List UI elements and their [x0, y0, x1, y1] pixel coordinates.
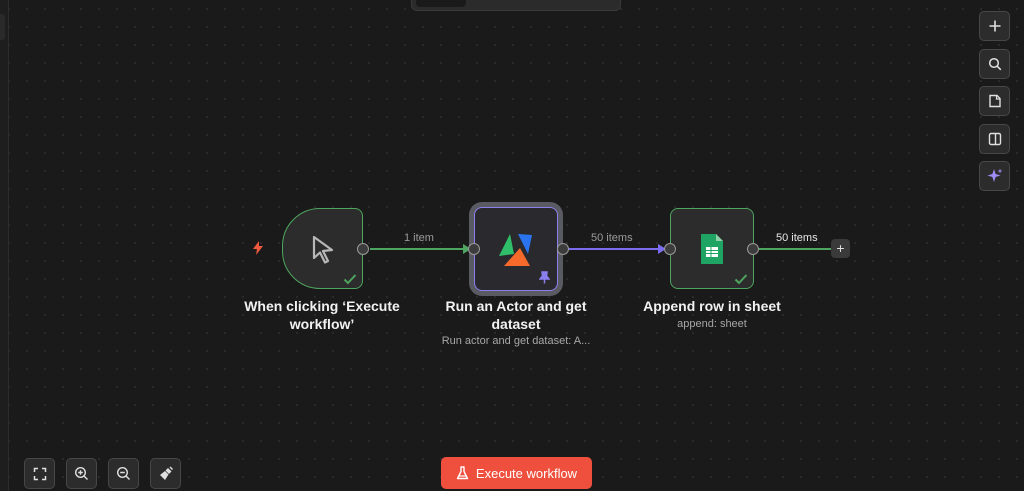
flask-icon — [456, 466, 469, 480]
success-check-icon — [734, 274, 748, 285]
pin-icon — [539, 271, 550, 284]
panel-icon — [988, 132, 1001, 145]
sheets-output-handle[interactable] — [747, 243, 759, 255]
search-button[interactable] — [979, 48, 1010, 79]
tidy-up-button[interactable] — [150, 458, 181, 489]
plus-icon — [989, 20, 1000, 32]
trigger-bolt-icon — [253, 241, 263, 255]
actor-output-handle[interactable] — [557, 243, 569, 255]
apify-logo — [499, 234, 532, 266]
fit-view-icon — [33, 467, 46, 480]
cursor-icon — [312, 235, 333, 264]
node-title: When clicking ‘Execute workflow’ — [244, 298, 400, 332]
right-toolbar — [979, 11, 1010, 199]
google-sheets-icon — [701, 233, 723, 264]
node-subtitle: Run actor and get dataset: A... — [441, 335, 591, 347]
edge-label-3: 50 items — [776, 232, 818, 244]
success-check-icon — [343, 274, 357, 285]
execute-workflow-button[interactable]: Execute workflow — [441, 457, 592, 489]
execute-workflow-label: Execute workflow — [475, 465, 578, 481]
node-google-sheets[interactable] — [670, 208, 754, 289]
node-manual-trigger[interactable] — [282, 208, 363, 289]
node-subtitle: append: sheet — [677, 318, 747, 330]
note-icon — [988, 94, 1001, 108]
sticky-note-button[interactable] — [979, 86, 1010, 116]
sparkle-icon — [987, 168, 1002, 182]
search-icon — [988, 57, 1001, 70]
sheets-input-handle[interactable] — [664, 243, 676, 255]
zoom-out-button[interactable] — [108, 458, 139, 489]
zoom-out-icon — [116, 466, 130, 480]
actor-input-handle[interactable] — [468, 243, 480, 255]
toggle-panel-button[interactable] — [979, 123, 1010, 154]
edge-label-1: 1 item — [404, 232, 434, 244]
broom-icon — [159, 466, 173, 480]
add-next-node-button[interactable]: + — [831, 239, 850, 258]
zoom-in-button[interactable] — [66, 458, 97, 489]
node-title: Run an Actor and get dataset — [445, 298, 587, 332]
node-title: Append row in sheet — [643, 298, 781, 314]
ai-assistant-button[interactable] — [979, 161, 1010, 191]
zoom-toolbar — [24, 458, 181, 489]
zoom-in-icon — [74, 466, 88, 480]
edge-label-2: 50 items — [591, 232, 633, 244]
trigger-output-handle[interactable] — [357, 243, 369, 255]
node-apify-actor[interactable] — [474, 207, 558, 291]
add-node-button[interactable] — [979, 11, 1010, 41]
fit-view-button[interactable] — [24, 458, 55, 489]
